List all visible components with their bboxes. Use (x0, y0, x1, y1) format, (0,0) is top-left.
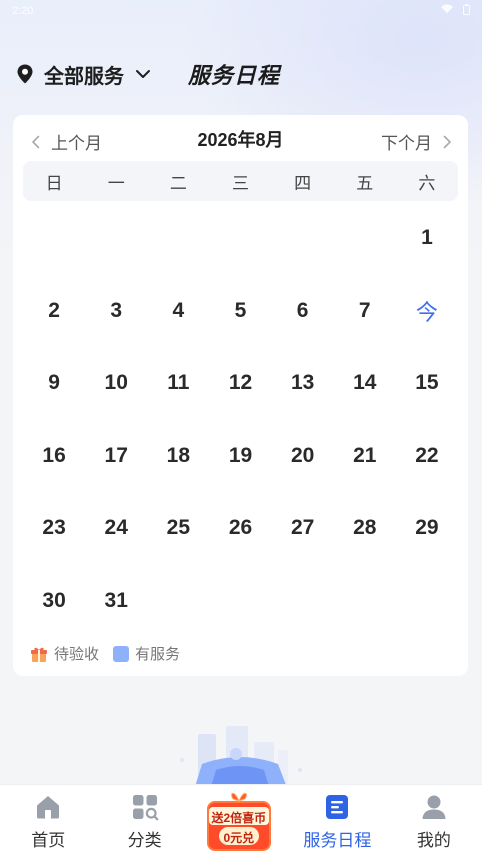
page-header: 全部服务 服务日程 (14, 58, 474, 90)
bottom-navigation: 首页 分类 送2倍喜币 0元兑 服务日程 我的 (0, 784, 482, 858)
month-navigation: 上个月 2026年8月 下个月 (13, 115, 468, 161)
calendar-day[interactable]: 12 (209, 347, 271, 420)
calendar-day[interactable]: 13 (272, 347, 334, 420)
promo-line1: 送2倍喜币 (211, 811, 267, 825)
legend-pending: 待验收 (30, 643, 99, 664)
status-icons (441, 4, 470, 18)
nav-mine[interactable]: 我的 (386, 785, 482, 858)
promo-gift-button[interactable]: 送2倍喜币 0元兑 (193, 785, 289, 858)
user-icon (420, 793, 448, 821)
battery-icon (463, 4, 470, 18)
next-month-label: 下个月 (381, 134, 432, 153)
calendar-day[interactable]: 20 (272, 420, 334, 493)
calendar-card: 上个月 2026年8月 下个月 日 一 二 三 四 五 六 1234567今91… (13, 115, 468, 676)
calendar-day[interactable]: 31 (85, 565, 147, 638)
calendar-day-empty (85, 202, 147, 275)
has-service-swatch (113, 645, 130, 662)
service-filter-dropdown[interactable]: 全部服务 (14, 60, 152, 89)
promo-line2: 0元兑 (223, 831, 255, 845)
wifi-icon (441, 4, 453, 18)
calendar-day[interactable]: 27 (272, 492, 334, 565)
calendar-day[interactable]: 23 (23, 492, 85, 565)
calendar-day[interactable]: 26 (209, 492, 271, 565)
nav-home[interactable]: 首页 (0, 785, 96, 858)
weekday-sat: 六 (418, 173, 436, 193)
calendar-day[interactable]: 22 (396, 420, 458, 493)
calendar-day[interactable]: 16 (23, 420, 85, 493)
calendar-day[interactable]: 5 (209, 275, 271, 348)
empty-state-illustration (170, 720, 310, 790)
calendar-day[interactable]: 9 (23, 347, 85, 420)
gift-icon (30, 645, 48, 663)
calendar-day[interactable]: 7 (334, 275, 396, 348)
location-pin-icon (14, 63, 36, 85)
calendar-day-empty (396, 565, 458, 638)
gift-bow-icon (230, 792, 247, 802)
chevron-right-icon (440, 135, 454, 149)
weekday-thu: 四 (294, 173, 312, 193)
calendar-day[interactable]: 24 (85, 492, 147, 565)
calendar-day[interactable]: 1 (396, 202, 458, 275)
calendar-day[interactable]: 30 (23, 565, 85, 638)
chevron-down-icon (134, 65, 152, 83)
calendar-day[interactable]: 10 (85, 347, 147, 420)
calendar-day[interactable]: 3 (85, 275, 147, 348)
calendar-days-grid: 1 2 3 4 5 6 7 今 9 10 11 12 13 14 15 16 17 18 19 20 21 22 23 24 2… (23, 202, 458, 637)
legend-has-service-label: 有服务 (135, 646, 181, 663)
service-filter-label: 全部服务 (44, 65, 124, 88)
weekday-fri: 五 (356, 173, 374, 193)
calendar-day-empty (23, 202, 85, 275)
calendar-day[interactable]: 14 (334, 347, 396, 420)
next-month-button[interactable]: 下个月 (381, 129, 454, 154)
calendar-day[interactable]: 28 (334, 492, 396, 565)
calendar-day[interactable]: 18 (147, 420, 209, 493)
page-title: 服务日程 (188, 63, 281, 88)
status-time: 2:20 (12, 5, 34, 17)
calendar-day-empty (272, 565, 334, 638)
nav-mine-label: 我的 (416, 831, 451, 850)
legend-pending-label: 待验收 (54, 646, 100, 663)
nav-category-label: 分类 (127, 831, 162, 850)
calendar-day[interactable]: 15 (396, 347, 458, 420)
calendar-day[interactable]: 25 (147, 492, 209, 565)
category-grid-icon (131, 793, 159, 821)
calendar-day[interactable]: 2 (23, 275, 85, 348)
weekday-wed: 三 (231, 173, 249, 193)
calendar-day[interactable]: 6 (272, 275, 334, 348)
nav-schedule-label: 服务日程 (303, 831, 372, 850)
status-bar: 2:20 (0, 0, 482, 22)
calendar-day[interactable]: 11 (147, 347, 209, 420)
promo-badge: 送2倍喜币 0元兑 (201, 787, 277, 853)
calendar-day[interactable]: 4 (147, 275, 209, 348)
calendar-day-empty (334, 565, 396, 638)
nav-schedule[interactable]: 服务日程 (289, 785, 385, 858)
nav-category[interactable]: 分类 (96, 785, 192, 858)
calendar-day-empty (147, 565, 209, 638)
weekday-sun: 日 (45, 173, 63, 193)
calendar-day[interactable]: 19 (209, 420, 271, 493)
nav-home-label: 首页 (31, 831, 66, 850)
home-icon (34, 793, 62, 821)
calendar-day[interactable]: 17 (85, 420, 147, 493)
weekday-tue: 二 (169, 173, 187, 193)
calendar-day[interactable]: 29 (396, 492, 458, 565)
calendar-day-empty (147, 202, 209, 275)
calendar-day-today[interactable]: 今 (396, 275, 458, 348)
calendar-day-empty (334, 202, 396, 275)
calendar-day-empty (209, 202, 271, 275)
legend-has-service: 有服务 (113, 643, 180, 664)
schedule-icon (323, 793, 351, 821)
weekday-mon: 一 (107, 173, 125, 193)
calendar-day-empty (272, 202, 334, 275)
calendar-day[interactable]: 21 (334, 420, 396, 493)
calendar-day-empty (209, 565, 271, 638)
weekday-header: 日 一 二 三 四 五 六 (23, 161, 458, 201)
calendar-legend: 待验收 有服务 (30, 643, 194, 664)
